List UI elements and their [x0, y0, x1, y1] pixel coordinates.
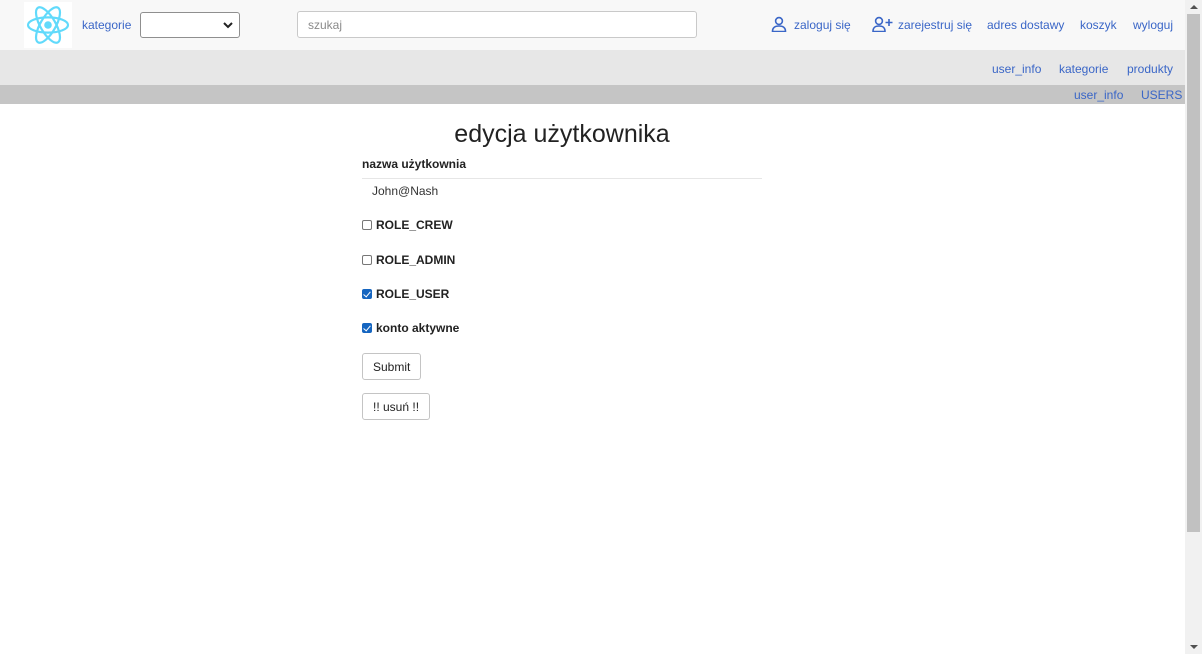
role-user-checkbox[interactable]	[362, 289, 372, 299]
secondary-navbar: user_info kategorie produkty	[0, 50, 1185, 85]
category-select[interactable]	[140, 12, 240, 38]
categories-link[interactable]: kategorie	[82, 18, 131, 32]
cart-link[interactable]: koszyk	[1080, 18, 1117, 32]
login-link[interactable]: zaloguj się	[794, 18, 851, 32]
subnav-products-link[interactable]: produkty	[1127, 62, 1173, 76]
role-admin-row[interactable]: ROLE_ADMIN	[362, 253, 455, 267]
admin-navbar: user_info USERS	[0, 85, 1185, 104]
username-field[interactable]	[362, 178, 762, 202]
account-active-row[interactable]: konto aktywne	[362, 321, 459, 335]
logout-link[interactable]: wyloguj	[1133, 18, 1173, 32]
role-user-row[interactable]: ROLE_USER	[362, 287, 449, 301]
register-link[interactable]: zarejestruj się	[898, 18, 972, 32]
subnav-categories-link[interactable]: kategorie	[1059, 62, 1108, 76]
admin-user-info-link[interactable]: user_info	[1074, 88, 1123, 102]
submit-button[interactable]: Submit	[362, 353, 422, 380]
chevron-down-icon	[222, 18, 234, 35]
role-admin-label: ROLE_ADMIN	[376, 253, 456, 267]
delivery-address-link[interactable]: adres dostawy	[987, 18, 1064, 32]
account-active-label: konto aktywne	[376, 321, 460, 335]
user-icon	[771, 16, 787, 35]
delete-user-button[interactable]: !! usuń !!	[362, 393, 431, 420]
scrollbar-thumb[interactable]	[1187, 14, 1200, 532]
role-crew-row[interactable]: ROLE_CREW	[362, 218, 453, 232]
scroll-up-arrow-icon[interactable]	[1185, 0, 1202, 14]
top-navbar: kategorie zaloguj się zarejestruj się ad…	[0, 0, 1185, 50]
page-title: edycja użytkownika	[454, 120, 670, 148]
scroll-down-arrow-icon[interactable]	[1185, 640, 1202, 654]
role-crew-label: ROLE_CREW	[376, 218, 453, 232]
add-user-icon	[872, 16, 893, 35]
vertical-scrollbar[interactable]	[1185, 0, 1202, 654]
role-admin-checkbox[interactable]	[362, 255, 372, 265]
role-user-label: ROLE_USER	[376, 287, 450, 301]
page: kategorie zaloguj się zarejestruj się ad…	[0, 0, 1185, 654]
role-crew-checkbox[interactable]	[362, 220, 372, 230]
subnav-user-info-link[interactable]: user_info	[992, 62, 1041, 76]
react-logo-icon[interactable]	[24, 2, 72, 48]
search-input[interactable]	[297, 11, 697, 38]
username-label: nazwa użytkownia	[362, 157, 467, 171]
account-active-checkbox[interactable]	[362, 323, 372, 333]
admin-users-link[interactable]: USERS	[1141, 88, 1182, 102]
